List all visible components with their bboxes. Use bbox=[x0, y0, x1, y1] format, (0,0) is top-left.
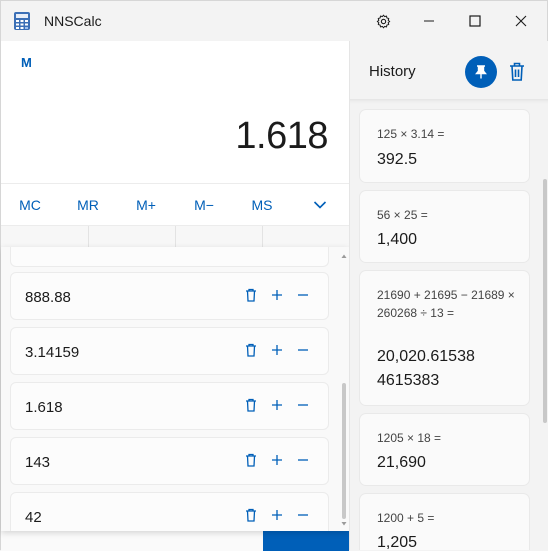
history-result: 1,400 bbox=[377, 231, 418, 248]
minus-icon[interactable] bbox=[296, 452, 310, 468]
result-display: 1.618 bbox=[235, 115, 328, 157]
history-result: 1,205 bbox=[377, 534, 418, 550]
minus-icon[interactable] bbox=[296, 287, 310, 303]
memory-subtract-button[interactable]: M− bbox=[175, 184, 233, 226]
minus-icon[interactable] bbox=[296, 342, 310, 358]
minimize-button[interactable] bbox=[406, 1, 452, 41]
memory-recall-button[interactable]: MR bbox=[59, 184, 117, 226]
memory-store-button[interactable]: MS bbox=[233, 184, 291, 226]
history-item[interactable]: 56 × 25 = 1,400 bbox=[359, 190, 530, 263]
memory-scrollbar-thumb[interactable] bbox=[342, 383, 346, 519]
scroll-up-arrow-icon[interactable] bbox=[341, 253, 347, 259]
memory-item[interactable]: 42 bbox=[10, 492, 329, 531]
memory-mode-label[interactable]: M bbox=[21, 55, 32, 70]
memory-item-actions bbox=[244, 287, 310, 303]
history-expression: 1200 + 5 = bbox=[377, 511, 435, 525]
maximize-button[interactable] bbox=[452, 1, 498, 41]
memory-item[interactable]: 1.618 bbox=[10, 382, 329, 430]
maximize-icon bbox=[469, 15, 481, 27]
chevron-down-icon bbox=[313, 201, 327, 209]
key-divider bbox=[175, 226, 176, 248]
memory-item[interactable]: 888.88 bbox=[10, 272, 329, 320]
history-scrollbar-thumb[interactable] bbox=[543, 179, 547, 423]
history-item[interactable]: 125 × 3.14 = 392.5 bbox=[359, 109, 530, 183]
history-item[interactable]: 21690 + 21695 − 21689 × 260268 ÷ 13 = 20… bbox=[359, 270, 530, 406]
history-item[interactable]: 1205 × 18 = 21,690 bbox=[359, 413, 530, 486]
memory-item-partial[interactable] bbox=[10, 247, 329, 267]
minimize-icon bbox=[424, 20, 434, 22]
clear-history-button[interactable] bbox=[506, 58, 528, 84]
gear-icon bbox=[376, 14, 390, 28]
pin-history-button[interactable] bbox=[465, 56, 497, 88]
history-title: History bbox=[369, 63, 416, 80]
history-result: 392.5 bbox=[377, 151, 418, 168]
memory-item[interactable]: 143 bbox=[10, 437, 329, 485]
history-result: 21,690 bbox=[377, 454, 426, 471]
title-bar: NNSCalc bbox=[1, 1, 548, 41]
memory-item-value: 42 bbox=[25, 509, 42, 526]
plus-icon[interactable] bbox=[270, 507, 284, 523]
trash-icon[interactable] bbox=[244, 287, 258, 303]
trash-icon[interactable] bbox=[244, 507, 258, 523]
settings-button[interactable] bbox=[360, 1, 406, 41]
key-divider bbox=[88, 226, 89, 248]
plus-icon[interactable] bbox=[270, 452, 284, 468]
memory-item-actions bbox=[244, 342, 310, 358]
plus-icon[interactable] bbox=[270, 397, 284, 413]
memory-button-row: MC MR M+ M− MS bbox=[1, 183, 349, 225]
history-expression: 125 × 3.14 = bbox=[377, 127, 445, 141]
history-expression: 1205 × 18 = bbox=[377, 431, 442, 445]
minus-icon[interactable] bbox=[296, 397, 310, 413]
memory-item-actions bbox=[244, 397, 310, 413]
trash-icon[interactable] bbox=[244, 452, 258, 468]
history-expression: 21690 + 21695 − 21689 × 260268 ÷ 13 = bbox=[377, 288, 515, 320]
keypad-bottom-keys[interactable] bbox=[1, 531, 263, 551]
history-list: 125 × 3.14 = 392.5 56 × 25 = 1,400 21690… bbox=[350, 99, 548, 550]
scroll-down-arrow-icon[interactable] bbox=[341, 521, 347, 527]
memory-item-actions bbox=[244, 507, 310, 523]
memory-add-button[interactable]: M+ bbox=[117, 184, 175, 226]
history-pane: History 125 × 3.14 = 392.5 56 × 25 = 1,4… bbox=[349, 41, 548, 550]
memory-item-value: 3.14159 bbox=[25, 344, 80, 361]
memory-expand-button[interactable] bbox=[291, 184, 349, 226]
history-result: 20,020.61538 4615383 bbox=[377, 348, 475, 389]
equals-key[interactable] bbox=[263, 531, 349, 551]
history-item[interactable]: 1200 + 5 = 1,205 bbox=[359, 493, 530, 550]
memory-item-value: 888.88 bbox=[25, 289, 71, 306]
memory-flyout: 888.88 3.14159 1.618 143 42 bbox=[1, 247, 349, 531]
trash-icon[interactable] bbox=[244, 397, 258, 413]
memory-item-actions bbox=[244, 452, 310, 468]
calculator-app-icon bbox=[14, 12, 30, 30]
app-title: NNSCalc bbox=[44, 13, 102, 29]
memory-clear-button[interactable]: MC bbox=[1, 184, 59, 226]
memory-scrollbar[interactable] bbox=[341, 253, 347, 527]
memory-item-value: 1.618 bbox=[25, 399, 63, 416]
key-divider bbox=[262, 226, 263, 248]
keypad-top-edge bbox=[1, 225, 349, 248]
trash-icon bbox=[510, 62, 524, 81]
plus-icon[interactable] bbox=[270, 342, 284, 358]
calculator-window: NNSCalc M 1.618 MC MR M+ M− MS 888.88 3.… bbox=[0, 0, 548, 551]
minus-icon[interactable] bbox=[296, 507, 310, 523]
memory-item-value: 143 bbox=[25, 454, 51, 471]
pin-icon bbox=[475, 65, 487, 79]
plus-icon[interactable] bbox=[270, 287, 284, 303]
close-button[interactable] bbox=[498, 1, 544, 41]
memory-item[interactable]: 3.14159 bbox=[10, 327, 329, 375]
close-icon bbox=[515, 15, 527, 27]
history-expression: 56 × 25 = bbox=[377, 208, 428, 222]
trash-icon[interactable] bbox=[244, 342, 258, 358]
